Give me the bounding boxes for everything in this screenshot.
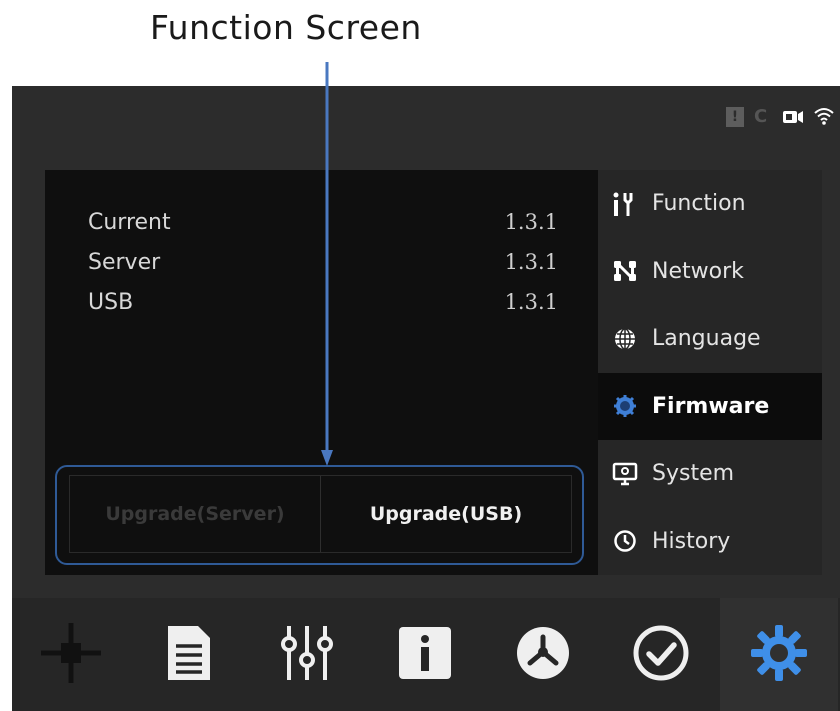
upgrade-usb-button[interactable]: Upgrade(USB) <box>320 476 571 552</box>
warning-icon: ! <box>726 107 744 127</box>
sidebar-item-language[interactable]: Language <box>598 305 822 373</box>
caption-function-screen: Function Screen <box>150 8 422 47</box>
version-label: Server <box>88 250 161 275</box>
sidebar-item-history[interactable]: History <box>598 508 822 576</box>
network-icon <box>610 258 640 284</box>
sidebar-item-firmware[interactable]: Firmware <box>598 372 822 440</box>
version-label: Current <box>88 210 171 235</box>
sidebar-item-label: System <box>652 461 735 487</box>
nav-tripod[interactable] <box>484 598 602 711</box>
nav-document[interactable] <box>130 598 248 711</box>
sliders-icon <box>279 624 335 686</box>
tools-icon <box>610 191 640 217</box>
upgrade-server-button[interactable]: Upgrade(Server) <box>70 476 320 552</box>
globe-icon <box>610 326 640 352</box>
version-label: USB <box>88 290 134 315</box>
sidebar-item-label: Function <box>652 191 746 217</box>
sidebar-item-network[interactable]: Network <box>598 238 822 306</box>
status-bar: ! C <box>726 104 834 130</box>
sidebar-item-label: Network <box>652 258 744 284</box>
wifi-icon <box>814 107 834 127</box>
sidebar-item-system[interactable]: System <box>598 440 822 508</box>
annotation-arrow-icon <box>321 62 333 466</box>
device-screen: ! C Current 1.3.1 Server 1.3.1 USB 1.3.1… <box>12 86 840 711</box>
info-icon <box>397 625 453 685</box>
firmware-chip-icon <box>610 393 640 419</box>
document-icon <box>166 624 212 686</box>
nav-settings[interactable] <box>720 598 838 711</box>
check-circle-icon <box>632 624 690 686</box>
sidebar-item-function[interactable]: Function <box>598 170 822 238</box>
connector-icon <box>41 622 101 687</box>
upgrade-buttons-highlight: Upgrade(Server) Upgrade(USB) <box>55 465 584 565</box>
settings-sidebar: Function Network Language Firmware Syste… <box>598 170 822 575</box>
nav-check[interactable] <box>602 598 720 711</box>
settings-gear-icon <box>748 622 810 688</box>
version-value: 1.3.1 <box>504 210 558 234</box>
clock-icon <box>610 528 640 554</box>
monitor-icon <box>610 461 640 487</box>
sync-icon: C <box>754 106 768 127</box>
camera-icon <box>782 108 804 126</box>
nav-info[interactable] <box>366 598 484 711</box>
nav-sliders[interactable] <box>248 598 366 711</box>
sidebar-item-label: History <box>652 528 731 554</box>
sidebar-item-label: Firmware <box>652 393 770 419</box>
bottom-nav <box>12 598 840 711</box>
nav-connector[interactable] <box>12 598 130 711</box>
upgrade-button-group: Upgrade(Server) Upgrade(USB) <box>69 475 572 553</box>
tripod-icon <box>515 625 571 685</box>
sidebar-item-label: Language <box>652 326 761 352</box>
version-value: 1.3.1 <box>504 250 558 274</box>
version-value: 1.3.1 <box>504 290 558 314</box>
